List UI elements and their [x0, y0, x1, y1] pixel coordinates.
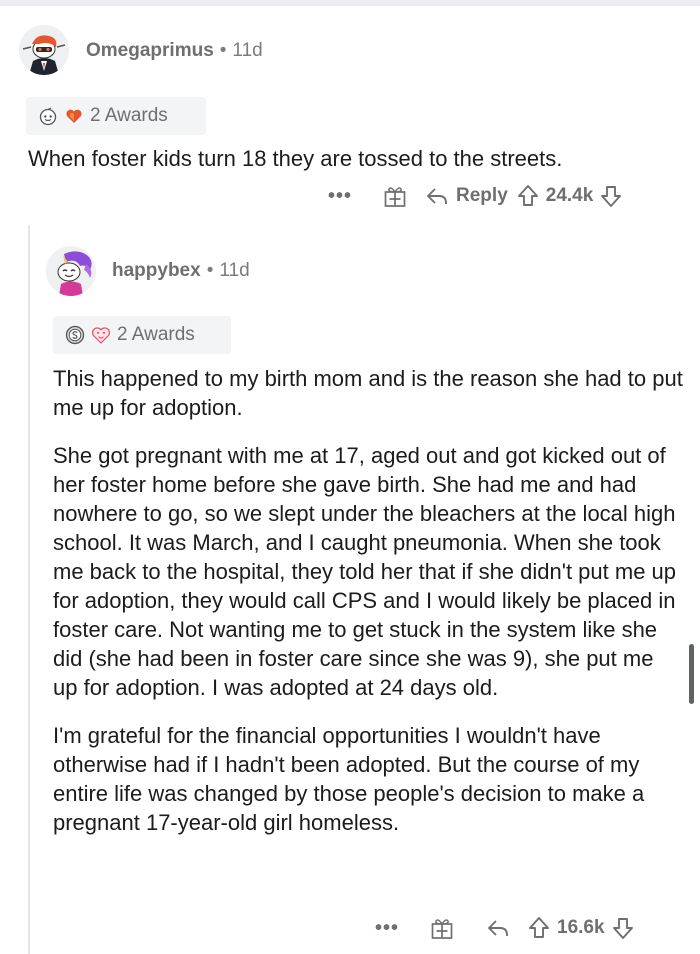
top-divider [0, 0, 700, 6]
avatar-happybex[interactable] [46, 246, 96, 296]
reply-arrow-icon[interactable] [485, 915, 511, 941]
upvote-arrow-icon[interactable] [516, 183, 540, 209]
comment-2-meta: happybex • 11d [112, 260, 250, 282]
comment-1-username[interactable]: Omegaprimus [86, 40, 214, 61]
comment-2-age[interactable]: 11d [219, 260, 249, 281]
gift-icon[interactable] [382, 183, 408, 209]
more-options-button[interactable]: ••• [328, 185, 352, 208]
comment-1-body: When foster kids turn 18 they are tossed… [28, 144, 688, 173]
heart-award-icon [64, 106, 84, 126]
reply-arrow-icon[interactable] [424, 183, 450, 209]
silver-award-icon [65, 325, 85, 345]
thread-line[interactable] [28, 225, 30, 954]
comment-2-paragraph: I'm grateful for the financial opportuni… [53, 723, 645, 835]
comment-1-actions: ••• Reply 24.4k [328, 180, 623, 212]
scrollbar-thumb[interactable] [689, 644, 694, 704]
comment-2-awards-label: 2 Awards [117, 324, 195, 345]
upvote-arrow-icon[interactable] [527, 915, 551, 941]
reply-button[interactable]: Reply [456, 185, 508, 207]
snoo-face-award-icon [38, 106, 58, 126]
robot-snoo-avatar-icon [19, 25, 69, 75]
comment-1-awards-label: 2 Awards [90, 105, 168, 126]
vote-score: 16.6k [557, 917, 605, 938]
downvote-arrow-icon[interactable] [611, 915, 635, 941]
gift-icon[interactable] [429, 915, 455, 941]
unicorn-snoo-avatar-icon [46, 246, 96, 296]
more-options-button[interactable]: ••• [375, 917, 399, 940]
comment-1-awards[interactable]: 2 Awards [26, 97, 206, 135]
vote-score: 24.4k [545, 185, 594, 206]
comment-2-body: This happened to my birth mom and is the… [53, 364, 683, 837]
meta-separator: • [219, 40, 227, 61]
comment-2-actions: ••• 16.6k [375, 912, 635, 944]
comment-1-meta: Omegaprimus • 11d [86, 40, 263, 62]
meta-separator: • [206, 260, 214, 281]
comment-2-username[interactable]: happybex [112, 260, 201, 281]
comment-2-awards[interactable]: 2 Awards [53, 316, 231, 354]
comment-2-paragraph: She got pregnant with me at 17, aged out… [53, 443, 677, 700]
downvote-arrow-icon[interactable] [599, 183, 623, 209]
comment-1-paragraph: When foster kids turn 18 they are tossed… [28, 146, 563, 171]
avatar-omegaprimus[interactable] [19, 25, 69, 75]
comment-2-paragraph: This happened to my birth mom and is the… [53, 366, 683, 420]
heart-eyes-award-icon [91, 325, 111, 345]
comment-1-age[interactable]: 11d [232, 40, 262, 61]
